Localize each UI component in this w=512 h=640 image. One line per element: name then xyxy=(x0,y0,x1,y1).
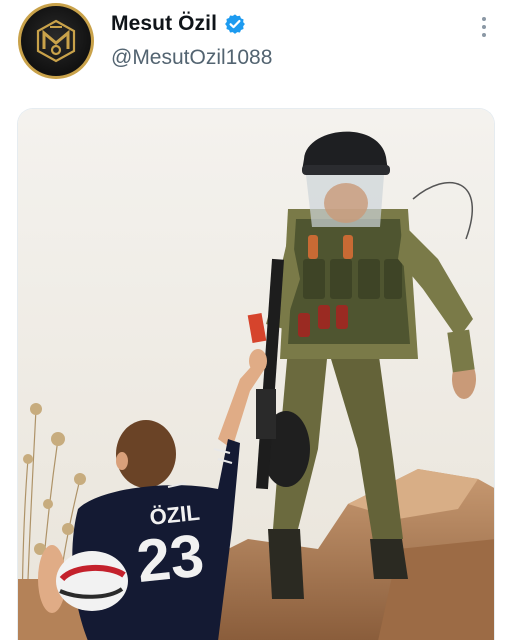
avatar-inner xyxy=(21,6,91,76)
m10-logo-icon xyxy=(36,19,76,63)
soccer-ball-icon xyxy=(56,551,128,611)
boot-right xyxy=(370,539,408,579)
jersey-number: 23 xyxy=(134,521,207,595)
tweet-media-photo[interactable]: ÖZIL 23 xyxy=(17,108,495,640)
more-dot xyxy=(482,25,486,29)
rifle-stock xyxy=(256,389,276,439)
avatar[interactable] xyxy=(18,3,94,79)
author-handle[interactable]: @MesutOzil1088 xyxy=(111,46,272,70)
more-options-icon[interactable] xyxy=(474,12,494,42)
photo-illustration: ÖZIL 23 xyxy=(18,109,494,640)
author-name-row: Mesut Özil xyxy=(111,10,246,38)
more-dot xyxy=(482,17,486,21)
author-display-name[interactable]: Mesut Özil xyxy=(111,12,217,36)
tweet-header: Mesut Özil @MesutOzil1088 xyxy=(0,0,512,100)
verified-badge-icon xyxy=(225,14,245,34)
boot-left xyxy=(268,529,304,599)
more-dot xyxy=(482,33,486,37)
helmet-rim xyxy=(302,165,390,175)
boy-hand xyxy=(249,349,267,373)
soldier-face xyxy=(324,183,368,223)
boy-ear xyxy=(116,452,128,470)
